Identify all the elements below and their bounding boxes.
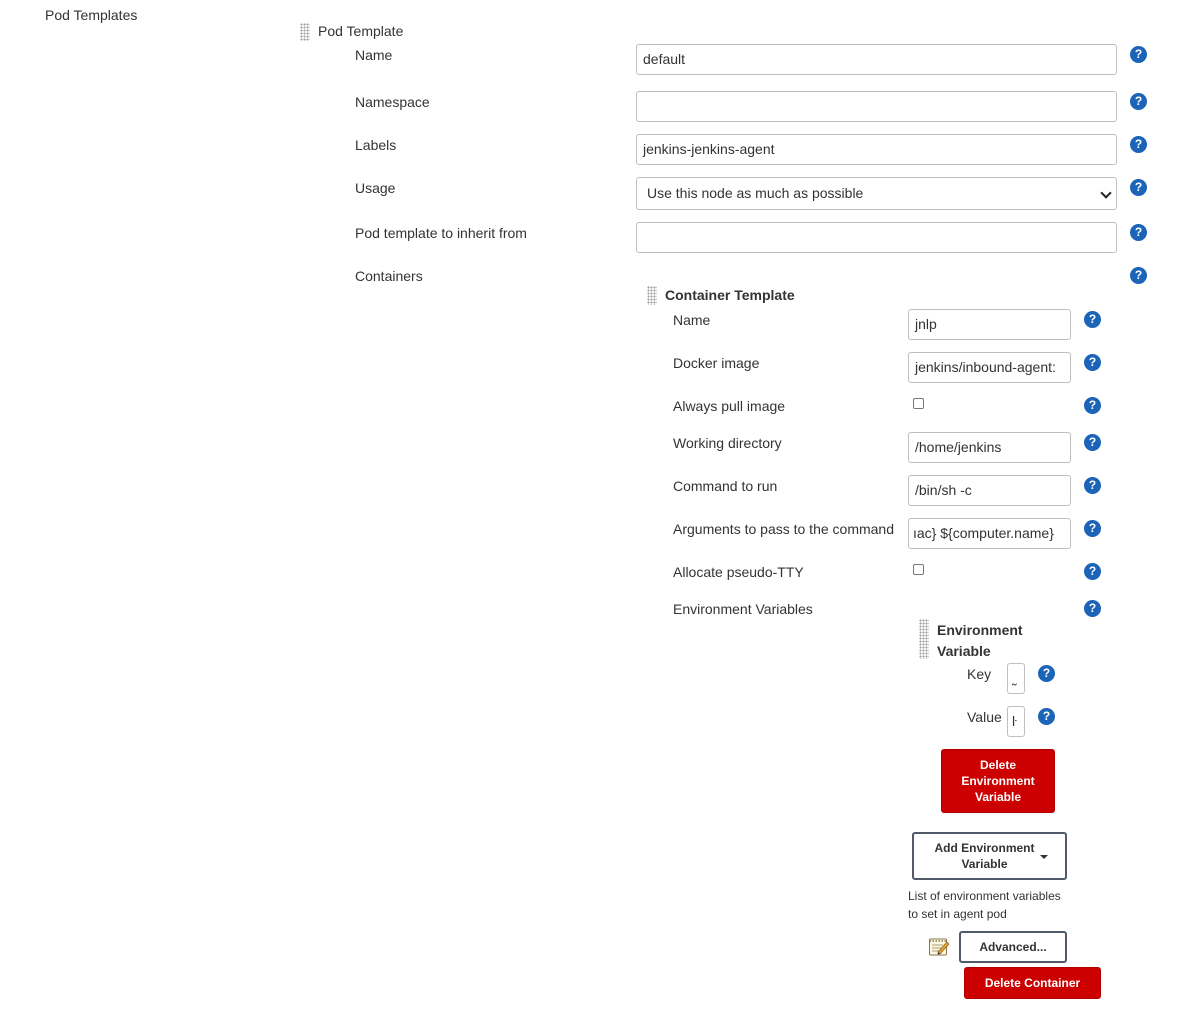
- usage-select[interactable]: Use this node as much as possible: [636, 177, 1117, 210]
- docker-image-label: Docker image: [673, 355, 760, 371]
- namespace-input[interactable]: [636, 91, 1117, 122]
- environment-variable-header-line2: Variable: [937, 643, 991, 659]
- delete-env-label-line3: Variable: [974, 790, 1022, 804]
- labels-label: Labels: [355, 137, 397, 153]
- add-env-label-line2: Variable: [961, 857, 1008, 871]
- env-value-input[interactable]: ŀ: [1007, 706, 1025, 737]
- environment-variable-header-line1: Environment: [937, 622, 1023, 638]
- pod-templates-section-label: Pod Templates: [45, 7, 138, 23]
- help-icon[interactable]: ?: [1130, 46, 1147, 63]
- help-icon[interactable]: ?: [1038, 665, 1055, 682]
- help-icon[interactable]: ?: [1130, 136, 1147, 153]
- help-icon[interactable]: ?: [1084, 563, 1101, 580]
- inherit-from-input[interactable]: [636, 222, 1117, 253]
- help-icon[interactable]: ?: [1130, 93, 1147, 110]
- help-icon[interactable]: ?: [1130, 179, 1147, 196]
- env-key-label: Key: [967, 666, 992, 682]
- always-pull-label: Always pull image: [673, 398, 786, 414]
- inherit-from-label: Pod template to inherit from: [355, 225, 527, 241]
- dropdown-caret-icon: [1040, 855, 1048, 859]
- help-icon[interactable]: ?: [1038, 708, 1055, 725]
- arguments-label: Arguments to pass to the command: [673, 521, 894, 537]
- pod-name-label: Name: [355, 47, 393, 63]
- add-env-label: Add Environment Variable: [934, 840, 1034, 872]
- usage-label: Usage: [355, 180, 396, 196]
- pseudo-tty-checkbox[interactable]: [913, 564, 924, 575]
- usage-select-value: Use this node as much as possible: [647, 185, 864, 201]
- drag-handle-icon[interactable]: [647, 286, 657, 305]
- command-input[interactable]: /bin/sh -c: [908, 475, 1071, 506]
- env-variables-description: List of environment variables to set in …: [908, 887, 1061, 923]
- arguments-input[interactable]: ıac} ${computer.name}: [908, 518, 1071, 549]
- drag-handle-icon[interactable]: [300, 23, 310, 41]
- container-name-label: Name: [673, 312, 711, 328]
- pod-name-input[interactable]: default: [636, 44, 1117, 75]
- docker-image-input[interactable]: jenkins/inbound-agent:: [908, 352, 1071, 383]
- pseudo-tty-label: Allocate pseudo-TTY: [673, 564, 804, 580]
- labels-input[interactable]: jenkins-jenkins-agent: [636, 134, 1117, 165]
- env-description-line1: List of environment variables: [908, 889, 1061, 903]
- env-value-label: Value: [967, 709, 1002, 725]
- always-pull-checkbox[interactable]: [913, 398, 924, 409]
- add-env-label-line1: Add Environment: [934, 841, 1035, 855]
- containers-label: Containers: [355, 268, 423, 284]
- delete-env-label-line1: Delete: [979, 758, 1017, 772]
- help-icon[interactable]: ?: [1084, 311, 1101, 328]
- advanced-button[interactable]: Advanced...: [959, 931, 1067, 963]
- delete-environment-variable-button[interactable]: Delete Environment Variable: [941, 749, 1055, 813]
- add-environment-variable-button[interactable]: Add Environment Variable: [912, 832, 1067, 880]
- environment-variable-header: Environment Variable: [937, 620, 1023, 662]
- pod-template-header: Pod Template: [318, 23, 404, 39]
- container-name-input[interactable]: jnlp: [908, 309, 1071, 340]
- help-icon[interactable]: ?: [1084, 520, 1101, 537]
- command-label: Command to run: [673, 478, 778, 494]
- drag-handle-icon[interactable]: [919, 619, 929, 659]
- help-icon[interactable]: ?: [1130, 224, 1147, 241]
- help-icon[interactable]: ?: [1084, 354, 1101, 371]
- delete-env-label-line2: Environment: [961, 774, 1035, 788]
- env-key-input[interactable]: ˷: [1007, 663, 1025, 694]
- chevron-down-icon: [1100, 187, 1112, 199]
- namespace-label: Namespace: [355, 94, 430, 110]
- help-icon[interactable]: ?: [1084, 477, 1101, 494]
- delete-container-button[interactable]: Delete Container: [964, 967, 1101, 999]
- container-template-header: Container Template: [665, 287, 795, 303]
- help-icon[interactable]: ?: [1084, 434, 1101, 451]
- help-icon[interactable]: ?: [1130, 267, 1147, 284]
- working-directory-input[interactable]: /home/jenkins: [908, 432, 1071, 463]
- environment-variables-label: Environment Variables: [673, 601, 813, 617]
- notepad-icon: [928, 936, 950, 958]
- env-description-line2: to set in agent pod: [908, 907, 1007, 921]
- help-icon[interactable]: ?: [1084, 600, 1101, 617]
- help-icon[interactable]: ?: [1084, 397, 1101, 414]
- working-directory-label: Working directory: [673, 435, 782, 451]
